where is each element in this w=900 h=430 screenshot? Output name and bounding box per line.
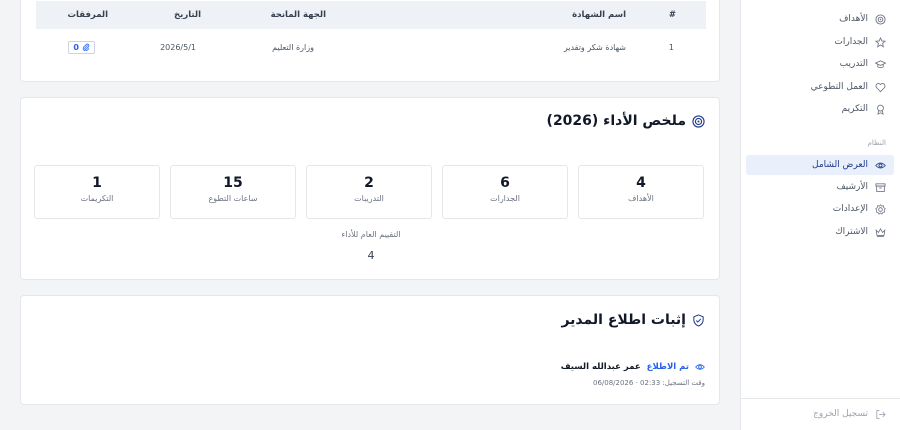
logout-icon (874, 408, 886, 420)
header-attachments: المرفقات (67, 10, 108, 20)
archive-icon (874, 181, 886, 193)
sidebar-item-overview[interactable]: العرض الشامل (746, 155, 894, 175)
summary-header: ملخص الأداء (2026) (547, 113, 705, 129)
gear-icon (874, 203, 886, 215)
acknowledgement-header: إثبات اطلاع المدير (561, 312, 705, 328)
header-certificate-name: اسم الشهادة (572, 10, 626, 20)
sidebar-item-settings[interactable]: الإعدادات (746, 199, 894, 219)
sidebar-item-competencies[interactable]: الجدارات (746, 32, 894, 52)
sidebar-item-goals[interactable]: الأهداف (746, 9, 894, 29)
crown-icon (874, 226, 886, 238)
table-header: # اسم الشهادة الجهة المانحة التاريخ المر… (36, 1, 706, 29)
stat-volunteer-hours: 15 ساعات التطوع (170, 165, 296, 219)
stat-label: الأهداف (628, 194, 654, 203)
stat-competencies: 6 الجدارات (442, 165, 568, 219)
target-icon (692, 114, 705, 128)
eye-icon (695, 364, 705, 370)
logout-button[interactable]: تسجيل الخروج (746, 405, 894, 423)
manager-acknowledgement-card: إثبات اطلاع المدير تم الاطلاع عمر عبدالل… (20, 295, 720, 405)
logout-label: تسجيل الخروج (813, 409, 868, 419)
summary-title: ملخص الأداء (2026) (546, 113, 686, 129)
stat-label: التدريبات (354, 194, 384, 203)
sidebar-item-label: الأهداف (839, 14, 868, 24)
eye-icon (874, 159, 886, 171)
overall-rating-value: 4 (367, 249, 375, 262)
target-icon (874, 13, 886, 25)
sidebar-item-label: الإعدادات (832, 204, 868, 214)
attachments-count: 0 (73, 42, 79, 52)
sidebar-item-honors[interactable]: التكريم (746, 99, 894, 119)
graduation-cap-icon (874, 58, 886, 70)
stat-value: 6 (500, 175, 510, 191)
header-issuer: الجهة المانحة (270, 10, 326, 20)
stat-value: 15 (223, 175, 243, 191)
stat-honors: 1 التكريمات (34, 165, 160, 219)
acknowledgement-line: تم الاطلاع عمر عبدالله السيف (561, 362, 705, 372)
row-date: 2026/5/1 (160, 42, 196, 52)
sidebar-item-label: العمل التطوعي (810, 82, 868, 92)
sidebar-divider (740, 398, 900, 399)
table-row: 1 شهادة شكر وتقدير وزارة التعليم 2026/5/… (36, 35, 706, 59)
sidebar-item-subscription[interactable]: الاشتراك (746, 222, 894, 242)
sidebar: الأهداف الجدارات التدريب العمل التطوعي ا… (740, 0, 900, 430)
row-num: 1 (668, 42, 674, 52)
sidebar-item-label: التكريم (841, 104, 868, 114)
performance-summary-card: ملخص الأداء (2026) 4 الأهداف 6 الجدارات … (20, 97, 720, 280)
manager-name: عمر عبدالله السيف (560, 362, 641, 372)
paperclip-icon (82, 43, 90, 51)
star-icon (874, 36, 886, 48)
header-num: # (668, 10, 676, 20)
row-certificate-name: شهادة شكر وتقدير (563, 42, 626, 52)
stat-goals: 4 الأهداف (578, 165, 704, 219)
overall-rating-label: التقييم العام للأداء (341, 230, 401, 239)
sidebar-item-archive[interactable]: الأرشيف (746, 177, 894, 197)
acknowledgement-title: إثبات اطلاع المدير (561, 312, 686, 328)
stat-value: 2 (364, 175, 374, 191)
row-attachments-cell: 0 (68, 35, 95, 59)
sidebar-item-label: الاشتراك (835, 227, 868, 237)
acknowledgement-status: تم الاطلاع (646, 362, 689, 372)
shield-check-icon (693, 313, 704, 327)
stat-value: 4 (636, 175, 646, 191)
header-date: التاريخ (174, 10, 201, 20)
sidebar-item-training[interactable]: التدريب (746, 54, 894, 74)
stat-label: الجدارات (490, 194, 520, 203)
stat-value: 1 (92, 175, 102, 191)
stat-label: ساعات التطوع (208, 194, 258, 203)
stat-label: التكريمات (80, 194, 114, 203)
sidebar-item-volunteering[interactable]: العمل التطوعي (746, 77, 894, 97)
acknowledgement-timestamp: وقت التسجيل: 02:33 · 06/08/2026 (592, 379, 705, 387)
sidebar-section-label: النظام (867, 139, 886, 147)
heart-icon (874, 81, 886, 93)
sidebar-item-label: العرض الشامل (812, 160, 868, 170)
sidebar-item-label: التدريب (839, 59, 868, 69)
award-icon (874, 103, 886, 115)
sidebar-item-label: الجدارات (834, 37, 868, 47)
certificates-card: # اسم الشهادة الجهة المانحة التاريخ المر… (20, 0, 720, 82)
row-issuer: وزارة التعليم (272, 42, 314, 52)
stat-trainings: 2 التدريبات (306, 165, 432, 219)
sidebar-item-label: الأرشيف (836, 182, 868, 192)
attachments-button[interactable]: 0 (68, 40, 95, 54)
